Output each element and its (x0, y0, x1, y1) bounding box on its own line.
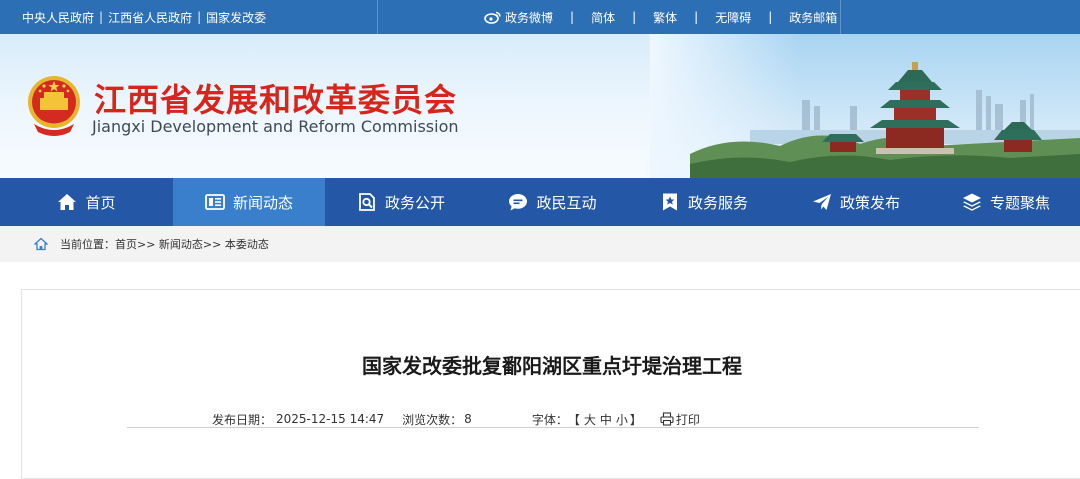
chat-icon (509, 194, 528, 211)
nav-label: 政务公开 (384, 193, 445, 212)
nav-label: 政民互动 (536, 193, 597, 212)
nav-label: 政策发布 (839, 193, 900, 212)
font-small-button[interactable]: 小 (616, 411, 628, 428)
news-icon (205, 194, 225, 210)
weibo-icon (484, 11, 501, 24)
header-banner: 江西省发展和改革委员会 Jiangxi Development and Refo… (0, 34, 1080, 178)
nav-item-topics[interactable]: 专题聚焦 (932, 178, 1080, 226)
print-label: 打印 (675, 412, 700, 427)
article-title: 国家发改委批复鄱阳湖区重点圩堤治理工程 (362, 354, 742, 378)
send-icon (812, 194, 831, 210)
national-emblem-icon[interactable] (22, 72, 86, 138)
weibo-label: 政务微博 (505, 10, 554, 25)
views-label: 浏览次数： (402, 412, 463, 427)
article-card: 国家发改委批复鄱阳湖区重点圩堤治理工程 发布日期： 2025-12-15 14:… (21, 289, 1080, 479)
accessibility-link[interactable]: 无障碍 (715, 9, 751, 26)
nav-label: 首页 (85, 193, 116, 212)
gov-link-ndrc[interactable]: 国家发改委 (206, 9, 266, 26)
search-doc-icon (359, 193, 375, 211)
gov-link-central[interactable]: 中央人民政府 (22, 9, 94, 26)
font-size-label: 字体： (531, 412, 568, 427)
layers-icon (962, 193, 981, 211)
publish-label: 发布日期： (212, 412, 273, 427)
font-bracket-close: 】 (629, 412, 642, 427)
nav-item-news[interactable]: 新闻动态 (173, 178, 325, 226)
views-count: 8 (464, 412, 472, 426)
site-subtitle: Jiangxi Development and Reform Commissio… (92, 117, 459, 136)
breadcrumb-bar: 当前位置：首页>> 新闻动态>> 本委动态 (0, 226, 1080, 262)
home-icon (34, 237, 48, 251)
breadcrumb: 当前位置：首页>> 新闻动态>> 本委动态 (34, 226, 269, 262)
nav-item-services[interactable]: 政务服务 (628, 178, 780, 226)
nav-item-gov-affairs[interactable]: 政务公开 (325, 178, 477, 226)
nav-label: 政务服务 (687, 193, 748, 212)
separator: | (694, 10, 699, 24)
home-icon (58, 194, 77, 210)
nav-item-interaction[interactable]: 政民互动 (477, 178, 628, 226)
meta-divider (127, 427, 979, 428)
badge-icon (662, 193, 677, 211)
breadcrumb-text[interactable]: 当前位置：首页>> 新闻动态>> 本委动态 (60, 236, 269, 252)
nav-item-home[interactable]: 首页 (0, 178, 173, 226)
top-utility-bar: 中央人民政府 | 江西省人民政府 | 国家发改委 政务微博 | 简体 | 繁体 … (0, 0, 1080, 34)
gov-mail-link[interactable]: 政务邮箱 (789, 9, 837, 26)
publish-date: 2025-12-15 14:47 (276, 412, 385, 426)
separator: | (570, 10, 575, 24)
traditional-link[interactable]: 繁体 (653, 9, 677, 26)
main-nav: 首页 新闻动态 政务公开 政民互动 政务服务 政策发布 专题聚焦 (0, 178, 1080, 226)
font-large-button[interactable]: 大 (584, 411, 596, 428)
pavilion-scenery-image (690, 62, 1080, 178)
weibo-link[interactable]: 政务微博 (484, 9, 553, 26)
separator: | (768, 10, 773, 24)
separator: | (197, 10, 202, 24)
separator: | (99, 10, 104, 24)
print-button[interactable]: 打印 (660, 411, 700, 428)
printer-icon (660, 412, 674, 426)
separator: | (632, 10, 637, 24)
simplified-link[interactable]: 简体 (591, 9, 615, 26)
utility-links: 政务微博 | 简体 | 繁体 | 无障碍 | 政务邮箱 (484, 0, 837, 34)
nav-label: 新闻动态 (232, 193, 293, 212)
font-medium-button[interactable]: 中 (600, 411, 612, 428)
nav-label: 专题聚焦 (989, 193, 1050, 212)
topbar-divider (377, 0, 378, 34)
site-title[interactable]: 江西省发展和改革委员会 (94, 75, 457, 121)
gov-links: 中央人民政府 | 江西省人民政府 | 国家发改委 (22, 0, 266, 34)
nav-item-policy[interactable]: 政策发布 (780, 178, 932, 226)
gov-link-province[interactable]: 江西省人民政府 (108, 9, 192, 26)
article-meta: 发布日期： 2025-12-15 14:47 浏览次数： 8 字体： 【 大 中… (212, 410, 700, 428)
font-bracket-open: 【 (567, 412, 580, 427)
topbar-divider (840, 0, 841, 34)
